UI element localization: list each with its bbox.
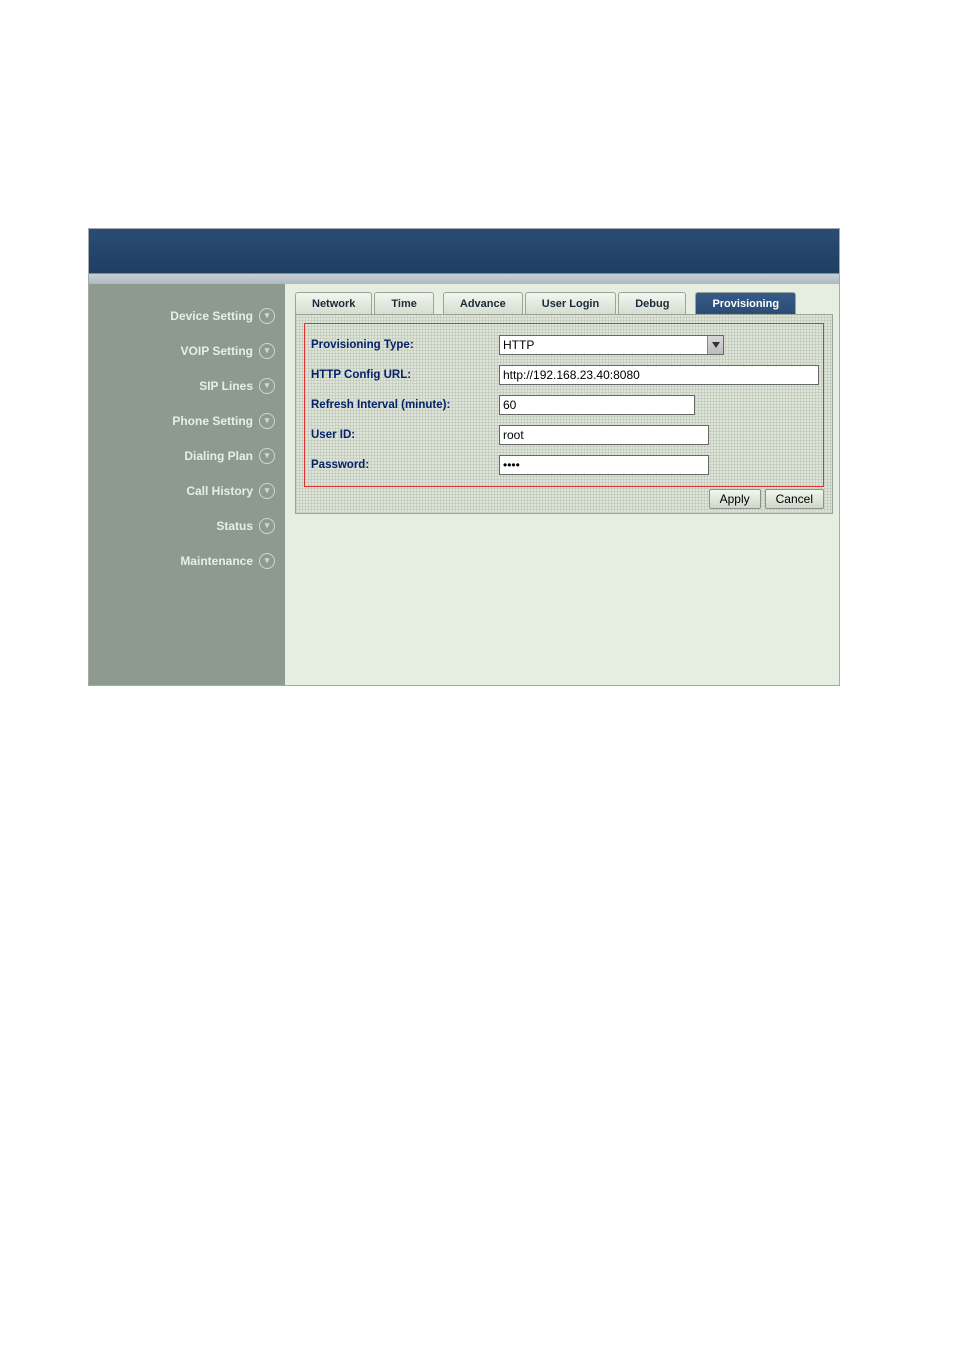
chevron-down-icon: ▾ [259,413,275,429]
user-id-input[interactable] [499,425,709,445]
password-input[interactable] [499,455,709,475]
sidebar-item-status[interactable]: Status ▾ [89,508,285,543]
tab-label: Provisioning [712,298,779,310]
sidebar-item-phone-setting[interactable]: Phone Setting ▾ [89,403,285,438]
dropdown-icon[interactable] [707,336,723,354]
header-bar [89,229,839,274]
sidebar-item-label: Call History [186,484,253,498]
sidebar-item-label: Status [216,519,253,533]
chevron-down-icon: ▾ [259,343,275,359]
tab-provisioning[interactable]: Provisioning [695,292,796,314]
sidebar-item-label: Dialing Plan [184,449,253,463]
tab-user-login[interactable]: User Login [525,292,616,314]
sidebar-item-call-history[interactable]: Call History ▾ [89,473,285,508]
tab-label: Debug [635,298,669,310]
provisioning-type-select[interactable] [499,335,724,355]
sidebar: Device Setting ▾ VOIP Setting ▾ SIP Lines ▾… [89,284,285,685]
sidebar-item-label: SIP Lines [199,379,253,393]
chevron-down-icon: ▾ [259,308,275,324]
tab-label: Advance [460,298,506,310]
highlight-box: Provisioning Type: HTTP Config URL: [304,323,824,487]
password-label: Password: [311,459,499,471]
form-panel: Provisioning Type: HTTP Config URL: [295,314,833,514]
chevron-down-icon: ▾ [259,448,275,464]
tab-network[interactable]: Network [295,292,372,314]
http-config-url-input[interactable] [499,365,819,385]
header-sub [89,274,839,284]
sidebar-item-maintenance[interactable]: Maintenance ▾ [89,543,285,578]
sidebar-item-voip-setting[interactable]: VOIP Setting ▾ [89,333,285,368]
cancel-button[interactable]: Cancel [765,489,824,509]
form-body: Provisioning Type: HTTP Config URL: [296,315,832,513]
refresh-interval-input[interactable] [499,395,695,415]
button-bar: Apply Cancel [709,489,824,509]
sidebar-item-device-setting[interactable]: Device Setting ▾ [89,298,285,333]
chevron-down-icon: ▾ [259,483,275,499]
tab-time[interactable]: Time [374,292,433,314]
sidebar-item-label: Maintenance [180,554,253,568]
sidebar-item-label: Device Setting [170,309,253,323]
tab-label: Time [391,298,416,310]
sidebar-item-label: VOIP Setting [181,344,253,358]
tab-bar: Network Time Advance User Login Debug Pr… [295,292,833,314]
tab-label: Network [312,298,355,310]
chevron-down-icon: ▾ [259,553,275,569]
chevron-down-icon: ▾ [259,518,275,534]
sidebar-item-dialing-plan[interactable]: Dialing Plan ▾ [89,438,285,473]
user-id-label: User ID: [311,429,499,441]
http-config-url-label: HTTP Config URL: [311,369,499,381]
provisioning-type-label: Provisioning Type: [311,339,499,351]
sidebar-item-sip-lines[interactable]: SIP Lines ▾ [89,368,285,403]
tab-debug[interactable]: Debug [618,292,686,314]
tab-label: User Login [542,298,599,310]
refresh-interval-label: Refresh Interval (minute): [311,399,499,411]
chevron-down-icon: ▾ [259,378,275,394]
content-area: Network Time Advance User Login Debug Pr… [285,284,839,685]
tab-advance[interactable]: Advance [443,292,523,314]
app-window: Device Setting ▾ VOIP Setting ▾ SIP Lines ▾… [88,228,840,686]
sidebar-item-label: Phone Setting [172,414,253,428]
apply-button[interactable]: Apply [709,489,761,509]
